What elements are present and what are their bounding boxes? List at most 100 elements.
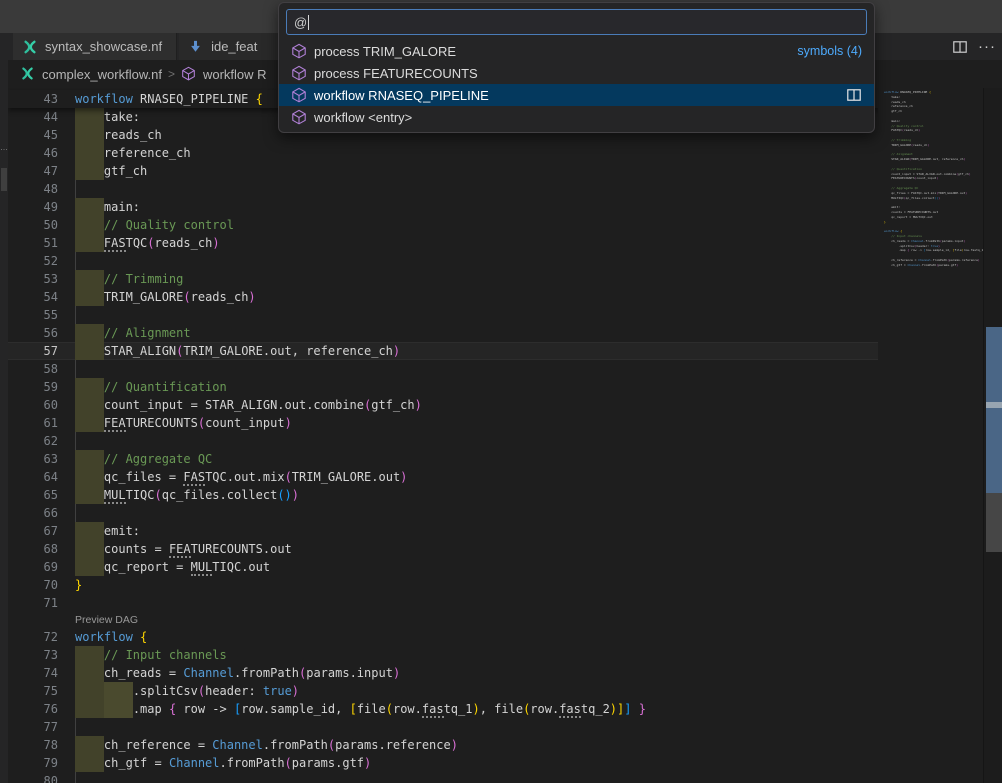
code-line[interactable]: 71 [8, 594, 878, 612]
code-line[interactable]: 75.splitCsv(header: true) [8, 682, 878, 700]
quickpick-item[interactable]: process FEATURECOUNTS [279, 62, 874, 84]
minimap[interactable]: workflow RNASEQ_PIPELINE {take:reads_chr… [878, 88, 983, 783]
left-scrollbar-thumb[interactable] [1, 168, 7, 191]
gutter-line-number[interactable]: 58 [8, 360, 58, 378]
gutter-line-number[interactable]: 71 [8, 594, 58, 612]
code-line[interactable]: 63// Aggregate QC [8, 450, 878, 468]
code-line[interactable]: 55 [8, 306, 878, 324]
gutter-line-number[interactable]: 60 [8, 396, 58, 414]
code-line[interactable]: 65MULTIQC(qc_files.collect()) [8, 486, 878, 504]
quickpick-input[interactable]: @ [286, 9, 867, 35]
code-line[interactable]: 78ch_reference = Channel.fromPath(params… [8, 736, 878, 754]
code-line[interactable]: 76.map { row -> [row.sample_id, [file(ro… [8, 700, 878, 718]
code-line[interactable]: 48 [8, 180, 878, 198]
overflow-dots: … [0, 143, 8, 152]
code-line[interactable]: 59// Quantification [8, 378, 878, 396]
gutter-line-number[interactable]: 64 [8, 468, 58, 486]
more-actions-icon[interactable]: ··· [978, 38, 996, 55]
quickpick-item[interactable]: process TRIM_GALOREsymbols (4) [279, 40, 874, 62]
gutter-line-number[interactable]: 44 [8, 108, 58, 126]
gutter-line-number[interactable]: 73 [8, 646, 58, 664]
gutter-line-number[interactable]: 50 [8, 216, 58, 234]
code-line[interactable]: 61FEATURECOUNTS(count_input) [8, 414, 878, 432]
code-line[interactable]: 56// Alignment [8, 324, 878, 342]
code-line[interactable]: 69qc_report = MULTIQC.out [8, 558, 878, 576]
gutter-line-number[interactable]: 55 [8, 306, 58, 324]
gutter-line-number[interactable]: 75 [8, 682, 58, 700]
gutter-line-number[interactable]: 47 [8, 162, 58, 180]
code-line[interactable]: 62 [8, 432, 878, 450]
code-line[interactable]: 68counts = FEATURECOUNTS.out [8, 540, 878, 558]
gutter-line-number[interactable]: 65 [8, 486, 58, 504]
code-line[interactable]: 67emit: [8, 522, 878, 540]
gutter-line-number[interactable]: 62 [8, 432, 58, 450]
gutter-line-number[interactable]: 74 [8, 664, 58, 682]
gutter-line-number[interactable]: 46 [8, 144, 58, 162]
gutter-line-number[interactable]: 48 [8, 180, 58, 198]
gutter-line-number[interactable]: 67 [8, 522, 58, 540]
gutter-line-number[interactable]: 54 [8, 288, 58, 306]
gutter-line-number[interactable]: 52 [8, 252, 58, 270]
gutter-line-number[interactable]: 53 [8, 270, 58, 288]
gutter-line-number[interactable]: 56 [8, 324, 58, 342]
gutter-line-number[interactable]: 57 [8, 342, 58, 360]
gutter-line-number[interactable]: 49 [8, 198, 58, 216]
code-line[interactable]: 57STAR_ALIGN(TRIM_GALORE.out, reference_… [8, 342, 878, 360]
scrollbar-thumb-blue[interactable] [986, 327, 1002, 493]
codelens-preview-dag[interactable]: Preview DAG [8, 612, 878, 628]
gutter-line-number[interactable]: 72 [8, 628, 58, 646]
gutter-line-number[interactable]: 69 [8, 558, 58, 576]
code-line[interactable]: 72workflow { [8, 628, 878, 646]
gutter-line-number[interactable]: 70 [8, 576, 58, 594]
scrollbar-thumb-gray[interactable] [986, 493, 1002, 552]
code-line[interactable]: 70} [8, 576, 878, 594]
split-editor-icon[interactable] [952, 39, 968, 55]
code-line[interactable]: 52 [8, 252, 878, 270]
gutter-line-number[interactable]: 68 [8, 540, 58, 558]
code-line[interactable]: 73// Input channels [8, 646, 878, 664]
code-line[interactable]: 74ch_reads = Channel.fromPath(params.inp… [8, 664, 878, 682]
gutter-line-number[interactable]: 66 [8, 504, 58, 522]
code-line[interactable]: 58 [8, 360, 878, 378]
scrollbar[interactable] [983, 88, 1002, 783]
gutter-line-number[interactable]: 79 [8, 754, 58, 772]
gutter-line-number[interactable]: 76 [8, 700, 58, 718]
code-token: TRIM_GALORE.out, reference_ch [183, 344, 393, 358]
breadcrumb-file[interactable]: complex_workflow.nf [42, 67, 162, 82]
indent-highlight [75, 486, 104, 504]
code-line[interactable]: 60count_input = STAR_ALIGN.out.combine(g… [8, 396, 878, 414]
code-line[interactable]: 77 [8, 718, 878, 736]
gutter-line-number[interactable]: 77 [8, 718, 58, 736]
code-token: ) [610, 702, 617, 716]
gutter-line-number[interactable]: 63 [8, 450, 58, 468]
open-to-side-icon[interactable] [846, 87, 862, 103]
breadcrumb-symbol[interactable]: workflow R [203, 67, 267, 82]
tab-ide-features[interactable]: ide_feat [179, 33, 289, 60]
code-line[interactable]: 49main: [8, 198, 878, 216]
code-line[interactable]: 51FASTQC(reads_ch) [8, 234, 878, 252]
gutter-line-number[interactable]: 59 [8, 378, 58, 396]
gutter-line-number[interactable]: 61 [8, 414, 58, 432]
code-token: .fromPath [220, 756, 285, 770]
code-line[interactable]: 64qc_files = FASTQC.out.mix(TRIM_GALORE.… [8, 468, 878, 486]
code-line[interactable]: 53// Trimming [8, 270, 878, 288]
quickpick-item[interactable]: workflow <entry> [279, 106, 874, 128]
gutter-line-number[interactable]: 51 [8, 234, 58, 252]
gutter-line-number[interactable]: 78 [8, 736, 58, 754]
code-line[interactable]: 54TRIM_GALORE(reads_ch) [8, 288, 878, 306]
vscode-window: … syntax_showcase.nf ide_feat [0, 0, 1002, 783]
code-editor[interactable]: 43workflow RNASEQ_PIPELINE {44take:45rea… [8, 88, 878, 783]
code-line[interactable]: 80 [8, 772, 878, 783]
indent-highlight [75, 216, 104, 234]
indent-highlight [75, 682, 104, 700]
code-line[interactable]: 66 [8, 504, 878, 522]
code-line[interactable]: 50// Quality control [8, 216, 878, 234]
code-line[interactable]: 79ch_gtf = Channel.fromPath(params.gtf) [8, 754, 878, 772]
code-line[interactable]: 46reference_ch [8, 144, 878, 162]
tab-syntax-showcase[interactable]: syntax_showcase.nf [13, 33, 177, 60]
gutter-line-number[interactable]: 43 [8, 90, 58, 108]
quickpick-item[interactable]: workflow RNASEQ_PIPELINE [279, 84, 874, 106]
gutter-line-number[interactable]: 45 [8, 126, 58, 144]
gutter-line-number[interactable]: 80 [8, 772, 58, 783]
code-line[interactable]: 47gtf_ch [8, 162, 878, 180]
